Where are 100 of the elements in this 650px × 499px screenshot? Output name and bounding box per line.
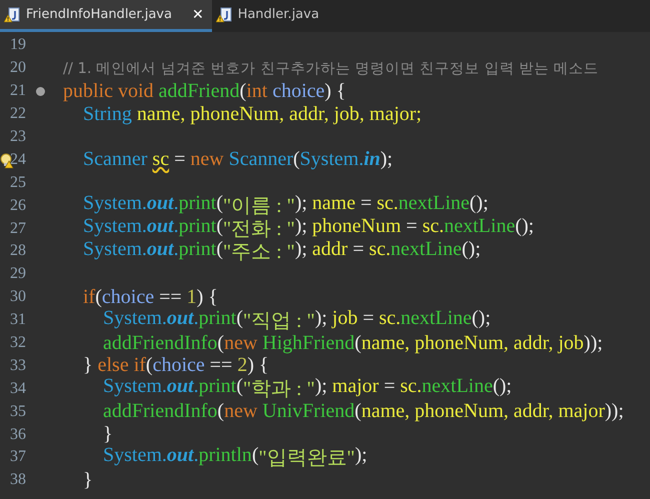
code-token: ); <box>294 215 308 240</box>
code-token: choice <box>152 354 205 378</box>
code-token: public void <box>63 80 155 103</box>
code-token: nextLine <box>422 375 493 400</box>
code-token: println <box>198 444 252 468</box>
code-token: "주소 : " <box>223 240 295 265</box>
code-token: "직업 : " <box>243 308 315 334</box>
code-token: } <box>82 354 94 378</box>
code-token: (); <box>515 215 534 240</box>
code-token: . <box>194 306 199 331</box>
code-token: "이름 : " <box>223 194 295 220</box>
code-token: Scanner <box>82 148 148 172</box>
code-token: ); <box>354 444 368 468</box>
line-number: 38 <box>10 471 27 490</box>
code-token: out <box>146 238 174 262</box>
code-token: sc. <box>422 215 444 240</box>
code-token: new <box>190 148 225 172</box>
code-token: System. <box>82 238 147 262</box>
code-token: print <box>178 238 216 262</box>
code-token: "전화 : " <box>223 217 295 242</box>
code-token: System. <box>82 192 147 216</box>
code-token: = <box>173 148 186 172</box>
code-token: out <box>166 444 194 468</box>
line-number: 21 <box>10 82 27 100</box>
code-token: ( <box>236 306 244 331</box>
code-token: ( <box>216 192 224 216</box>
code-token: else if <box>98 354 146 378</box>
code-token: . <box>194 375 199 400</box>
code-token: ) { <box>324 80 346 103</box>
file-tab[interactable]: FriendInfoHandler.java ✕ <box>0 0 212 32</box>
line-number: 31 <box>10 311 27 330</box>
code-token: . <box>174 192 179 216</box>
code-token: (); <box>492 375 512 400</box>
line-number: 33 <box>10 356 27 375</box>
code-token: ); <box>380 148 393 172</box>
code-token: . <box>194 444 199 468</box>
code-token: new <box>224 332 258 355</box>
code-token: ( <box>252 444 259 468</box>
code-token: nextLine <box>390 238 462 262</box>
code-token: "입력완료" <box>258 446 355 471</box>
code-token: System. <box>102 444 167 468</box>
code-token: new <box>224 400 258 424</box>
code-token: ( <box>216 215 224 240</box>
code-comment: // 1. 메인에서 넘겨준 번호가 친구추가하는 명령이면 친구정보 입력 받는 메소드 <box>63 58 599 78</box>
code-token: (); <box>462 238 481 262</box>
code-token: ); <box>314 306 328 331</box>
line-number: 30 <box>10 288 27 306</box>
code-token: addFriend <box>158 80 240 103</box>
code-token: )); <box>604 400 624 424</box>
close-icon[interactable]: ✕ <box>192 6 204 22</box>
line-number: 34 <box>10 380 27 398</box>
code-token: String <box>82 102 133 126</box>
code-token: print <box>198 306 236 331</box>
code-token: if <box>82 286 96 309</box>
code-token: ); <box>294 192 308 216</box>
code-token: = <box>405 215 418 240</box>
code-token: } <box>102 423 113 446</box>
code-token: UnivFriend <box>262 400 355 424</box>
code-token: major <box>332 375 379 400</box>
code-token: "학과 : " <box>243 377 315 402</box>
code-token: ( <box>354 400 362 424</box>
code-token: System. <box>102 375 167 400</box>
code-token: ); <box>294 238 308 262</box>
code-token: nextLine <box>444 215 516 240</box>
line-number: 25 <box>10 174 27 192</box>
code-token: phoneNum <box>312 215 402 240</box>
line-number: 27 <box>10 220 27 238</box>
code-token: System. <box>102 306 167 331</box>
code-token: ( <box>217 332 224 355</box>
code-token: . <box>174 215 179 240</box>
code-token: addr <box>312 238 348 262</box>
code-token: = <box>382 375 396 400</box>
code-token: out <box>166 306 194 331</box>
code-token: int <box>246 80 268 103</box>
line-number: 36 <box>10 426 27 444</box>
fold-toggle-icon[interactable] <box>36 86 45 96</box>
code-token: ( <box>95 286 102 309</box>
code-token: print <box>198 375 236 400</box>
code-token: nextLine <box>400 306 472 331</box>
code-token: 1 <box>186 286 197 309</box>
code-token: = <box>359 192 373 216</box>
code-token: ( <box>293 148 300 172</box>
file-tab[interactable]: Handler.java <box>212 0 328 32</box>
code-token: 2 <box>237 354 248 378</box>
line-number: 23 <box>10 128 27 146</box>
line-number: 20 <box>10 59 27 78</box>
line-number: 26 <box>10 196 27 215</box>
line-number: 22 <box>10 105 27 124</box>
code-token: Scanner <box>228 148 294 172</box>
code-token: name, phoneNum, addr, job, major; <box>136 102 422 126</box>
code-token: out <box>146 215 174 240</box>
code-token: . <box>174 238 179 262</box>
code-token: == <box>208 354 234 378</box>
code-token: choice <box>102 286 154 309</box>
code-token: addFriendInfo <box>102 400 218 424</box>
code-token: System. <box>300 148 364 172</box>
line-number: 37 <box>10 448 27 466</box>
line-number: 32 <box>10 334 27 352</box>
code-token: ( <box>354 332 362 355</box>
code-token: ); <box>314 375 328 400</box>
